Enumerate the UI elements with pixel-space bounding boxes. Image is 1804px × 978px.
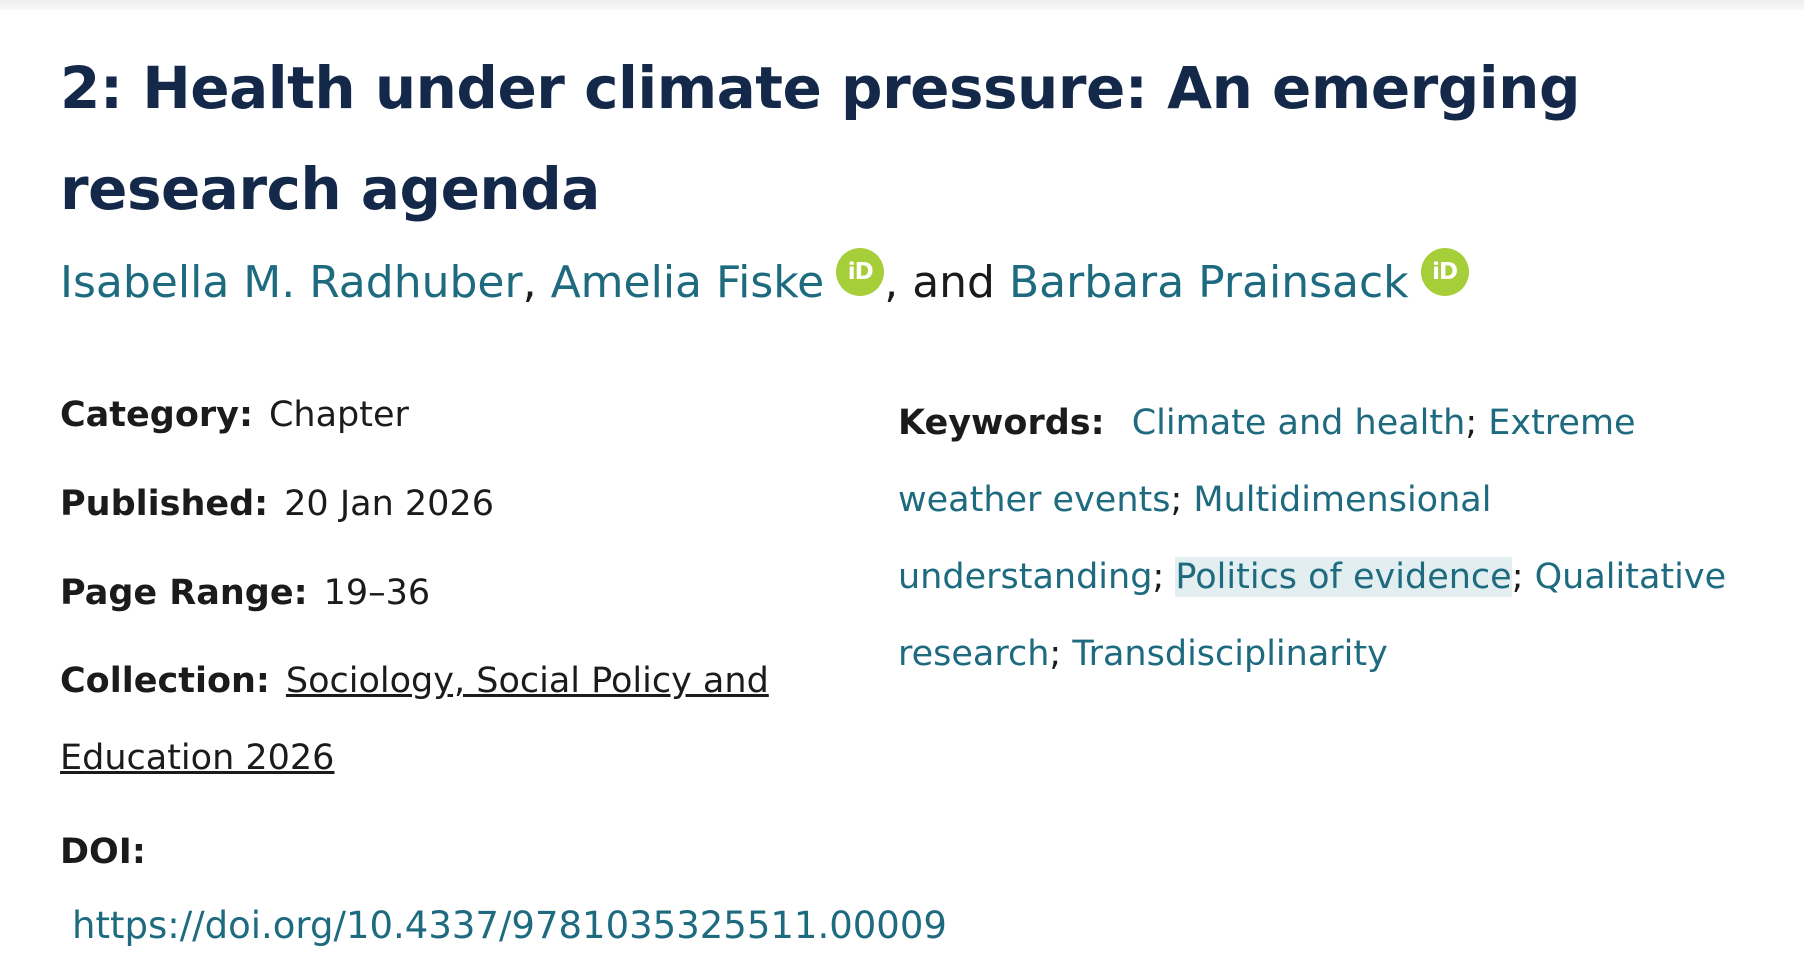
chapter-title: 2: Health under climate pressure: An eme… (60, 54, 1580, 223)
author-link-prainsack[interactable]: Barbara Prainsack (1009, 257, 1409, 308)
author-list: Isabella M. Radhuber, Amelia Fiske iD, an… (60, 248, 1469, 313)
top-bar (0, 0, 1804, 10)
chapter-metadata: Category: Chapter Published: 20 Jan 2026 P… (60, 385, 850, 797)
category-value: Chapter (268, 395, 409, 435)
doi-link[interactable]: https://doi.org/10.4337/9781035325511.00… (72, 896, 947, 956)
orcid-icon[interactable]: iD (1420, 248, 1469, 296)
keywords-label: Keywords: (898, 403, 1105, 443)
author-link-radhuber[interactable]: Isabella M. Radhuber (60, 257, 523, 308)
keyword-separator: ; (1049, 634, 1062, 674)
collection-row: Collection: Sociology, Social Policy and … (60, 643, 850, 797)
published-label: Published: (60, 484, 269, 524)
keyword-link[interactable]: Transdisciplinarity (1072, 634, 1387, 674)
page-range-row: Page Range: 19–36 (60, 563, 850, 652)
keyword-separator: ; (1511, 557, 1524, 597)
category-row: Category: Chapter (60, 385, 850, 474)
category-label: Category: (60, 395, 253, 435)
keyword-separator: ; (1465, 403, 1478, 443)
author-link-fiske[interactable]: Amelia Fiske (551, 257, 825, 308)
keyword-separator: ; (1152, 557, 1165, 597)
author-separator-and: , and (884, 257, 995, 308)
keyword-separator: ; (1170, 480, 1183, 520)
keywords-section: Keywords: Climate and health; Extreme we… (898, 385, 1728, 693)
author-separator: , (522, 257, 537, 308)
published-row: Published: 20 Jan 2026 (60, 474, 850, 563)
collection-label: Collection: (60, 661, 270, 701)
orcid-icon[interactable]: iD (836, 248, 885, 296)
published-value: 20 Jan 2026 (284, 484, 494, 524)
keyword-link-highlighted[interactable]: Politics of evidence (1175, 557, 1512, 597)
page-range-label: Page Range: (60, 573, 308, 613)
doi-label: DOI: (60, 832, 146, 872)
keyword-link[interactable]: Climate and health (1132, 403, 1466, 443)
page-range-value: 19–36 (323, 573, 431, 613)
